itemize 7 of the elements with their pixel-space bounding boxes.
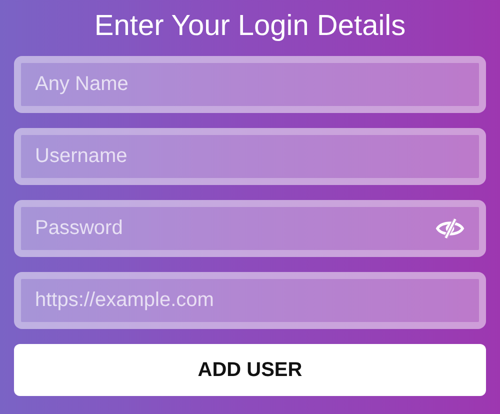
input-field[interactable]: Any Name <box>14 56 486 113</box>
input-field[interactable]: https://example.com <box>14 272 486 329</box>
form-title: Enter Your Login Details <box>93 9 407 44</box>
password-field[interactable]: Password <box>14 200 486 257</box>
eye-slash-icon[interactable] <box>435 218 465 239</box>
add-user-button[interactable]: ADD USER <box>14 344 486 396</box>
input-field[interactable]: Username <box>14 128 486 185</box>
